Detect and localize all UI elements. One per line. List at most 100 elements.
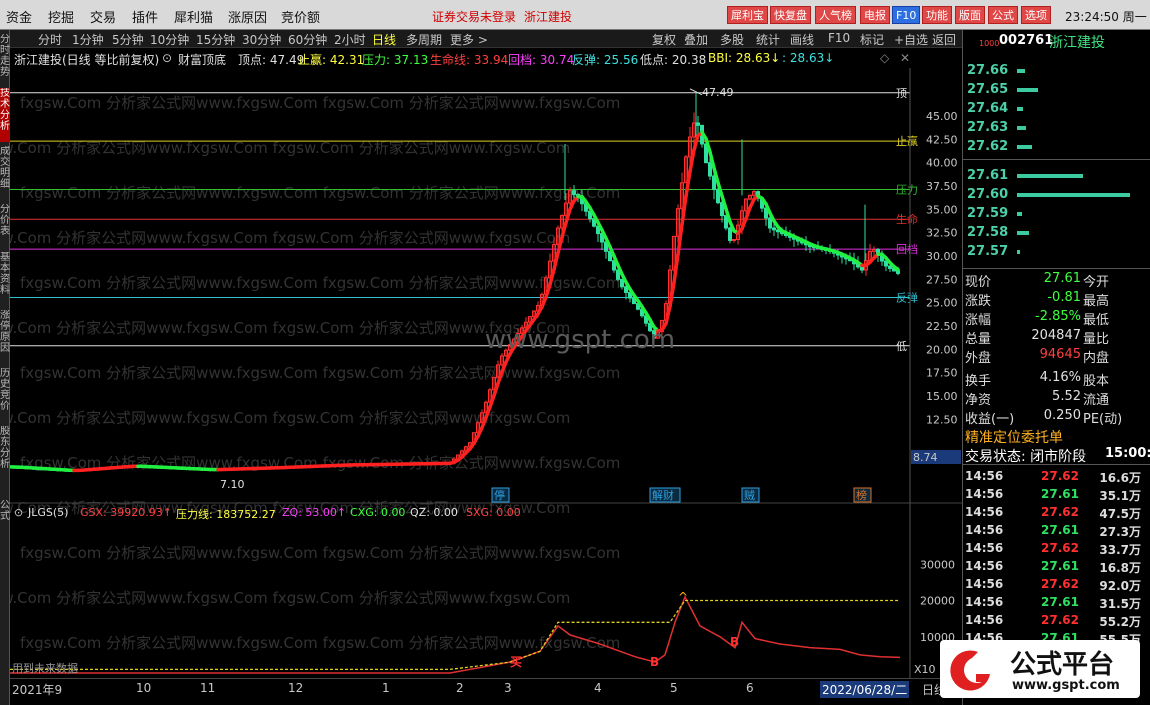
popularity-button[interactable]: 人气榜: [815, 6, 856, 24]
tool-stats[interactable]: 统计: [756, 31, 780, 48]
price-tick: 12.50: [926, 413, 958, 426]
ask-volume-bar: [1017, 69, 1025, 73]
tool-overlay[interactable]: 叠加: [684, 31, 708, 48]
indicator-name[interactable]: 财富顶底: [178, 51, 226, 68]
tick-row: 14:56 27.61 35.1万: [963, 485, 1150, 503]
info-rebound: 反弹: 25.56: [572, 53, 639, 67]
collapse-icon[interactable]: ⊙: [162, 51, 172, 65]
rail-tab-holders[interactable]: 股东分析: [0, 426, 10, 480]
menu-mining[interactable]: 挖掘: [48, 7, 74, 26]
sub-marker: B: [650, 655, 659, 669]
tick-time: 14:56: [965, 577, 1004, 591]
watermark-text: fxgsw.Com 分析家公式网www.fxgsw.Com fxgsw.Com …: [20, 364, 620, 382]
precise-order-title[interactable]: 精准定位委托单: [963, 425, 1150, 446]
trend-segment: [672, 252, 680, 285]
sub-indicator-name[interactable]: JLGS(5): [28, 506, 68, 519]
period-more[interactable]: 更多 >: [450, 31, 488, 48]
time-tick: 4: [594, 681, 602, 695]
bid-row: 27.58: [963, 224, 1150, 242]
close-icon[interactable]: ✕: [900, 51, 910, 65]
layout-button[interactable]: 版面: [955, 6, 985, 24]
rail-tab-intraday[interactable]: 分时走势: [0, 34, 10, 84]
tick-price: 27.61: [1041, 487, 1079, 501]
stock-code-prefix: 1000: [979, 39, 1000, 48]
quote-label-2: 内盘: [1083, 351, 1110, 366]
period-multi[interactable]: 多周期: [406, 31, 442, 48]
telegram-button[interactable]: 电报: [860, 6, 890, 24]
options-button[interactable]: 选项: [1021, 6, 1051, 24]
tool-multi-stock[interactable]: 多股: [720, 31, 744, 48]
menu-xilimao[interactable]: 犀利猫: [174, 7, 213, 26]
level-lines: 顶止赢压力生命回档反弹低: [10, 87, 918, 353]
rail-tab-limit-reason[interactable]: 涨停原因: [0, 310, 10, 364]
candle-body: [624, 286, 628, 293]
menu-auction[interactable]: 竞价额: [281, 7, 320, 26]
period-intraday[interactable]: 分时: [38, 31, 62, 48]
tool-adjust[interactable]: 复权: [652, 31, 676, 48]
period-2hour[interactable]: 2小时: [334, 31, 366, 48]
trade-stock-name[interactable]: 浙江建投: [524, 8, 572, 25]
tick-time: 14:56: [965, 523, 1004, 537]
menu-funds[interactable]: 资金: [6, 7, 32, 26]
time-axis: 2021年9 10 11 12 1 2 3 4 5 6 7 2022/06/28…: [10, 678, 962, 698]
trade-state: 交易状态: 闭市阶段: [965, 449, 1087, 465]
tick-volume: 16.6万: [1099, 471, 1141, 485]
period-5min[interactable]: 5分钟: [112, 31, 144, 48]
rail-tab-technical[interactable]: 技术分析: [0, 88, 10, 142]
period-30min[interactable]: 30分钟: [242, 31, 281, 48]
tool-back[interactable]: 返回: [932, 31, 956, 48]
xilibao-button[interactable]: 犀利宝: [727, 6, 768, 24]
menu-trade[interactable]: 交易: [90, 7, 116, 26]
tool-mark[interactable]: 标记: [860, 31, 884, 48]
tick-row: 14:56 27.62 55.2万: [963, 611, 1150, 629]
trend-segment: [684, 169, 692, 198]
ask-volume-bar: [1017, 88, 1038, 92]
quick-review-button[interactable]: 快复盘: [770, 6, 811, 24]
trade-login-status[interactable]: 证券交易未登录: [432, 8, 516, 25]
quote-label: 换手: [965, 374, 992, 389]
logo-text: 公式平台: [1010, 650, 1115, 680]
sub-indicator-icon[interactable]: ⊙: [14, 506, 23, 519]
menu-limit-reason[interactable]: 涨原因: [228, 7, 267, 26]
trend-segment: [488, 393, 496, 409]
watermark-layer: fxgsw.Com 分析家公式网www.fxgsw.Com fxgsw.Com …: [10, 94, 620, 652]
period-15min[interactable]: 15分钟: [196, 31, 235, 48]
f10-button[interactable]: F10: [892, 6, 921, 24]
period-10min[interactable]: 10分钟: [150, 31, 189, 48]
tool-draw-line[interactable]: 画线: [790, 31, 814, 48]
diamond-icon[interactable]: ◇: [880, 51, 889, 65]
formula-button[interactable]: 公式: [988, 6, 1018, 24]
period-60min[interactable]: 60分钟: [288, 31, 327, 48]
high-label: 47.49: [702, 86, 734, 99]
quote-label-2: 股本: [1083, 374, 1110, 389]
tick-row: 14:56 27.62 47.5万: [963, 503, 1150, 521]
tool-add-watchlist[interactable]: +自选: [894, 31, 928, 48]
period-toolbar: 分时 1分钟 5分钟 10分钟 15分钟 30分钟 60分钟 2小时 日线 多周…: [10, 30, 962, 48]
stock-header: 1000 002761 浙江建投: [963, 30, 1150, 52]
rail-tab-profile[interactable]: 基本资料: [0, 252, 10, 306]
price-tick: 22.50: [926, 320, 958, 333]
candle-body: [888, 265, 892, 269]
info-bbi2: : 28.63↓: [782, 51, 835, 65]
menu-plugins[interactable]: 插件: [132, 7, 158, 26]
quote-value: 94645: [1039, 347, 1081, 362]
candle-body: [696, 122, 700, 126]
kline-chart[interactable]: fxgsw.Com 分析家公式网www.fxgsw.Com fxgsw.Com …: [10, 68, 962, 678]
price-tick: 37.50: [926, 180, 958, 193]
tick-volume: 35.1万: [1099, 489, 1141, 503]
function-button[interactable]: 功能: [922, 6, 952, 24]
watermark-text: fxgsw.Com 分析家公式网www.fxgsw.Com fxgsw.Com …: [10, 589, 570, 607]
tool-f10[interactable]: F10: [828, 31, 850, 45]
rail-tab-formula[interactable]: 公式: [0, 500, 10, 540]
period-1min[interactable]: 1分钟: [72, 31, 104, 48]
quote-value: -0.81: [1047, 290, 1081, 305]
bid-row: 27.60: [963, 186, 1150, 204]
rail-tab-details[interactable]: 成交明细: [0, 146, 10, 200]
rail-tab-price-table[interactable]: 分价表: [0, 204, 10, 248]
bid-volume-bar: [1017, 174, 1083, 178]
period-daily[interactable]: 日线: [372, 31, 396, 48]
price-tick: 32.50: [926, 227, 958, 240]
tick-volume: 16.8万: [1099, 561, 1141, 575]
rail-tab-history-auction[interactable]: 历史竞价: [0, 368, 10, 422]
quote-label-2: 今开: [1083, 275, 1110, 290]
